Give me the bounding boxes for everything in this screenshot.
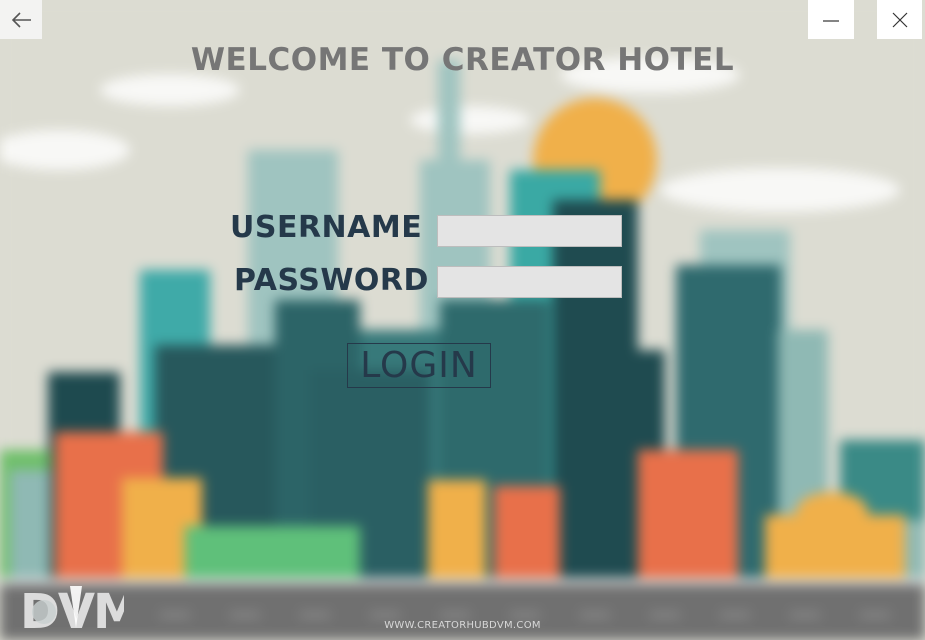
footer-url: WWW.CREATORHUBDVM.COM: [384, 620, 541, 631]
minimize-icon: [823, 19, 839, 22]
username-field[interactable]: [437, 215, 622, 247]
username-label: USERNAME: [230, 210, 423, 245]
close-icon: [892, 12, 907, 27]
login-button[interactable]: LOGIN: [347, 343, 491, 388]
arrow-left-icon: [11, 11, 31, 28]
page-title: WELCOME TO CREATOR HOTEL: [190, 42, 735, 78]
minimize-button[interactable]: [808, 0, 854, 39]
login-window: WELCOME TO CREATOR HOTEL USERNAME PASSWO…: [0, 0, 925, 640]
password-field[interactable]: [437, 266, 622, 298]
city-background-image: [0, 0, 925, 640]
password-label: PASSWORD: [234, 263, 429, 298]
back-button[interactable]: [0, 0, 42, 39]
close-button[interactable]: [877, 0, 922, 39]
